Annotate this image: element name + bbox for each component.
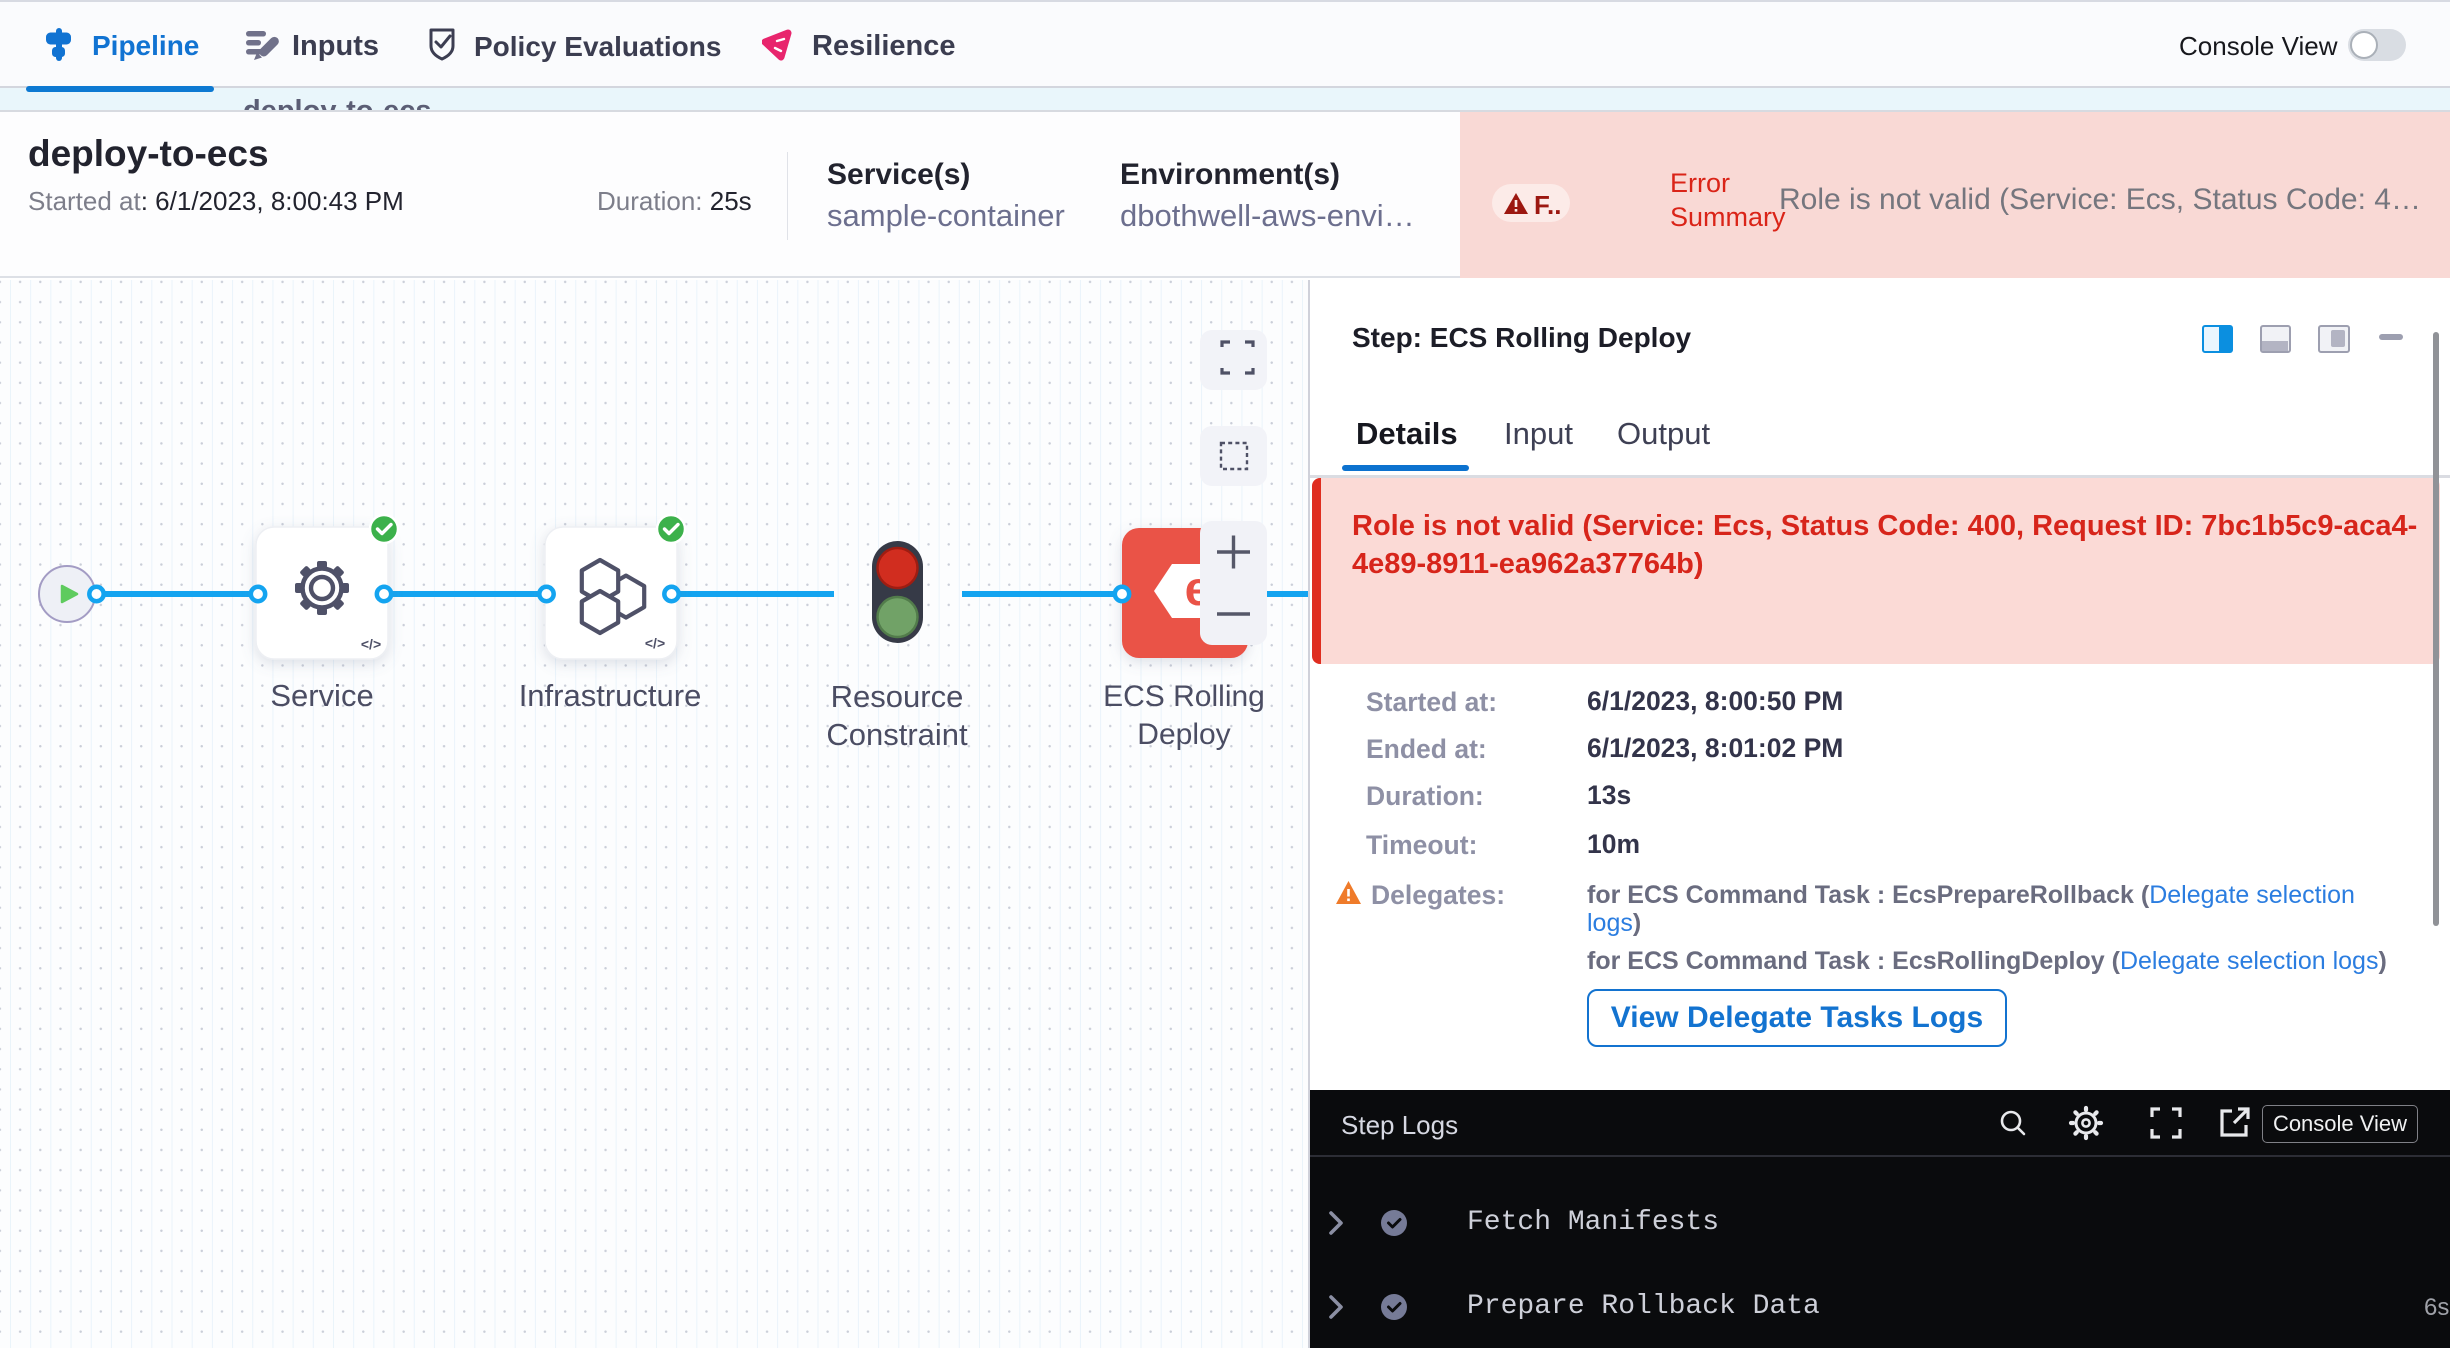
svg-text:</>: </> <box>645 635 665 651</box>
svg-text:</>: </> <box>361 636 381 652</box>
